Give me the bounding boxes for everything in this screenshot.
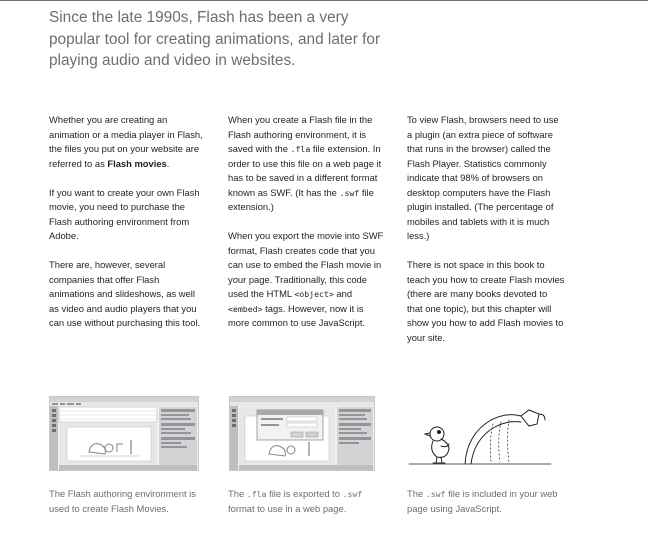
code-fla: .fla <box>246 489 267 499</box>
col1-paragraph-2: If you want to create your own Flash mov… <box>49 186 200 242</box>
flash-authoring-screenshot <box>49 396 199 471</box>
caption-2: The .fla file is exported to .swf format… <box>228 487 388 516</box>
flash-export-dialog-screenshot <box>229 396 375 471</box>
screenshot-image <box>229 396 375 471</box>
col3-paragraph-2: There is not space in this book to teach… <box>407 259 565 343</box>
bird-watering-can-illustration <box>407 396 553 471</box>
text-span: file is exported to <box>266 488 343 499</box>
code-fla: .fla <box>290 144 311 154</box>
code-embed-tag: <embed> <box>228 303 263 314</box>
screenshot-image <box>49 396 199 471</box>
text-span: and <box>333 288 353 299</box>
caption-1: The Flash authoring environment is used … <box>49 488 196 514</box>
code-swf: .swf <box>339 187 360 198</box>
column-2: When you create a Flash file in the Flas… <box>228 113 386 345</box>
col2-paragraph-2: When you export the movie into SWF forma… <box>228 229 386 331</box>
code-object-tag: <object> <box>294 289 334 299</box>
lead-paragraph: Since the late 1990s, Flash has been a v… <box>49 9 381 69</box>
bold-term: Flash movies <box>107 157 167 169</box>
col2-paragraph-1: When you create a Flash file in the Flas… <box>228 113 386 215</box>
caption-3: The .swf file is included in your web pa… <box>407 487 567 516</box>
text-span: The <box>228 488 247 499</box>
column-1: Whether you are creating an animation or… <box>49 113 207 345</box>
col1-paragraph-1: Whether you are creating an animation or… <box>49 113 207 171</box>
text-span: The <box>407 488 426 499</box>
text-span: . <box>166 157 170 169</box>
illustration-image <box>408 409 552 465</box>
text-span: format to use in a web page. <box>228 502 347 514</box>
code-swf: .swf <box>425 489 446 499</box>
top-rule <box>0 0 648 1</box>
column-3: To view Flash, browsers need to use a pl… <box>407 113 565 360</box>
col1-paragraph-3: There are, however, several companies th… <box>49 259 201 328</box>
col3-paragraph-1: To view Flash, browsers need to use a pl… <box>407 114 559 241</box>
code-swf: .swf <box>342 489 363 499</box>
